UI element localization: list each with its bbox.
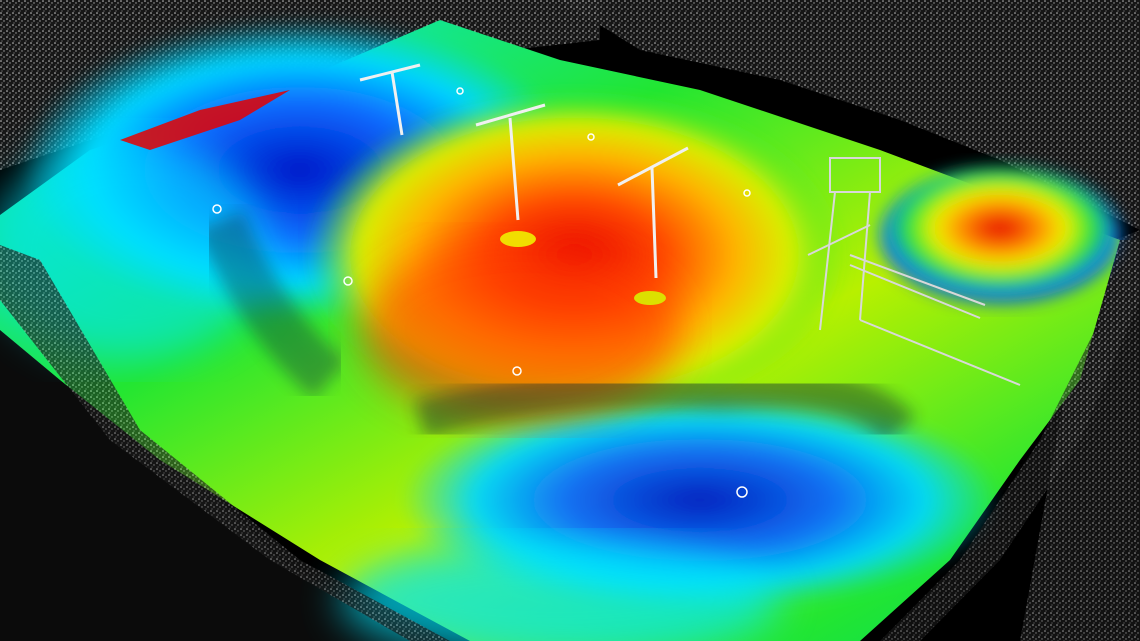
terrain-bump [500, 231, 536, 247]
stockpile-mound [880, 167, 1120, 303]
terrain-bump [634, 291, 666, 305]
point-cloud-render [0, 0, 1140, 641]
lidar-scan-view [0, 0, 1140, 641]
